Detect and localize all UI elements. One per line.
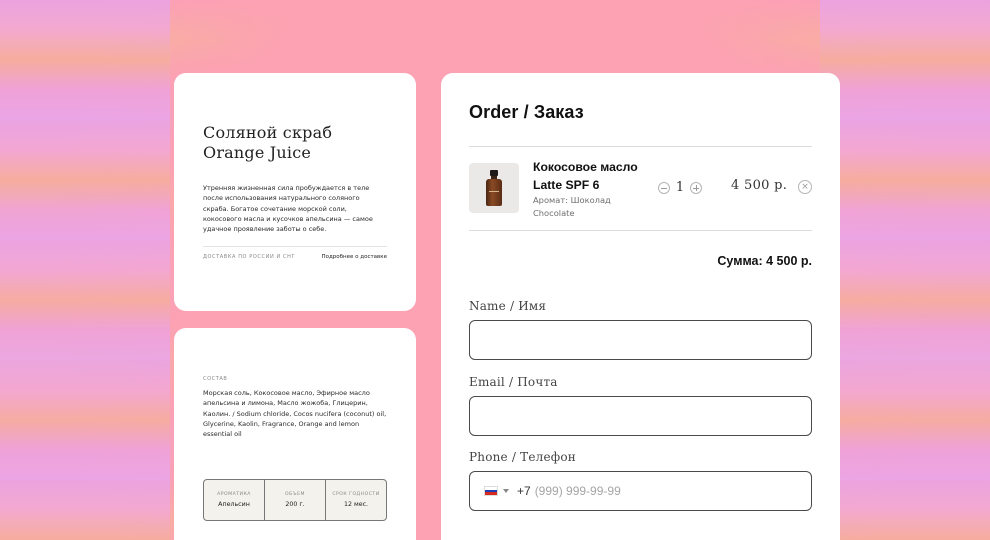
order-total: Сумма: 4 500 р. [717, 254, 812, 268]
product-thumbnail [469, 163, 519, 213]
divider [469, 230, 812, 231]
cart-item-name: Кокосовое масло Latte SPF 6 [533, 160, 638, 192]
delivery-label: ДОСТАВКА ПО РОССИИ И СНГ [203, 254, 296, 261]
delivery-details-link[interactable]: Подробнее о доставке [322, 254, 388, 260]
spec-volume: ОБЪЕМ 200 г. [264, 480, 325, 520]
email-field[interactable] [469, 396, 812, 436]
product-specs-table: АРОМАТИКА Апельсин ОБЪЕМ 200 г. СРОК ГОД… [203, 479, 387, 521]
bottle-image [486, 170, 502, 206]
phone-label: Phone / Телефон [469, 450, 576, 464]
spec-aroma: АРОМАТИКА Апельсин [204, 480, 264, 520]
quantity-value: 1 [675, 180, 685, 195]
close-circle-icon[interactable]: × [798, 180, 812, 194]
composition-text: Морская соль, Кокосовое масло, Эфирное м… [203, 389, 387, 439]
quantity-stepper: 1 [658, 180, 702, 195]
composition-label: СОСТАВ [203, 376, 228, 382]
delivery-row: ДОСТАВКА ПО РОССИИ И СНГ Подробнее о дос… [203, 254, 387, 260]
product-description-card: Соляной скраб Orange Juice Утренняя жизн… [174, 73, 416, 311]
phone-country-code: +7 [517, 484, 531, 498]
russia-flag-icon[interactable] [484, 486, 498, 496]
spec-shelf-life: СРОК ГОДНОСТИ 12 мес. [325, 480, 386, 520]
divider [203, 246, 387, 248]
phone-input[interactable] [534, 484, 785, 498]
name-field[interactable] [469, 320, 812, 360]
spec-key: АРОМАТИКА [217, 492, 251, 497]
order-card: Order / Заказ Кокосовое масло Latte SPF … [441, 73, 840, 540]
spec-value: Апельсин [218, 501, 250, 508]
chevron-down-icon[interactable] [503, 489, 509, 493]
spec-key: ОБЪЕМ [285, 492, 305, 497]
phone-field: +7 [469, 471, 812, 511]
plus-circle-icon[interactable] [690, 181, 702, 194]
minus-circle-icon[interactable] [658, 181, 670, 194]
background-right-stripes [820, 0, 990, 540]
spec-value: 12 мес. [343, 501, 369, 508]
email-label: Email / Почта [469, 375, 558, 389]
divider [469, 146, 812, 147]
spec-key: СРОК ГОДНОСТИ [332, 492, 380, 497]
name-label: Name / Имя [469, 299, 547, 313]
product-description: Утренняя жизненная сила пробуждается в т… [203, 184, 373, 234]
background-left-stripes [0, 0, 170, 540]
order-title: Order / Заказ [469, 102, 584, 122]
composition-card: СОСТАВ Морская соль, Кокосовое масло, Эф… [174, 328, 416, 540]
spec-value: 200 г. [285, 501, 305, 508]
product-title: Соляной скраб Orange Juice [203, 123, 333, 162]
cart-item-price: 4 500 р. [731, 178, 788, 193]
cart-item-meta: Аромат: Шоколад Chocolate [533, 195, 611, 218]
